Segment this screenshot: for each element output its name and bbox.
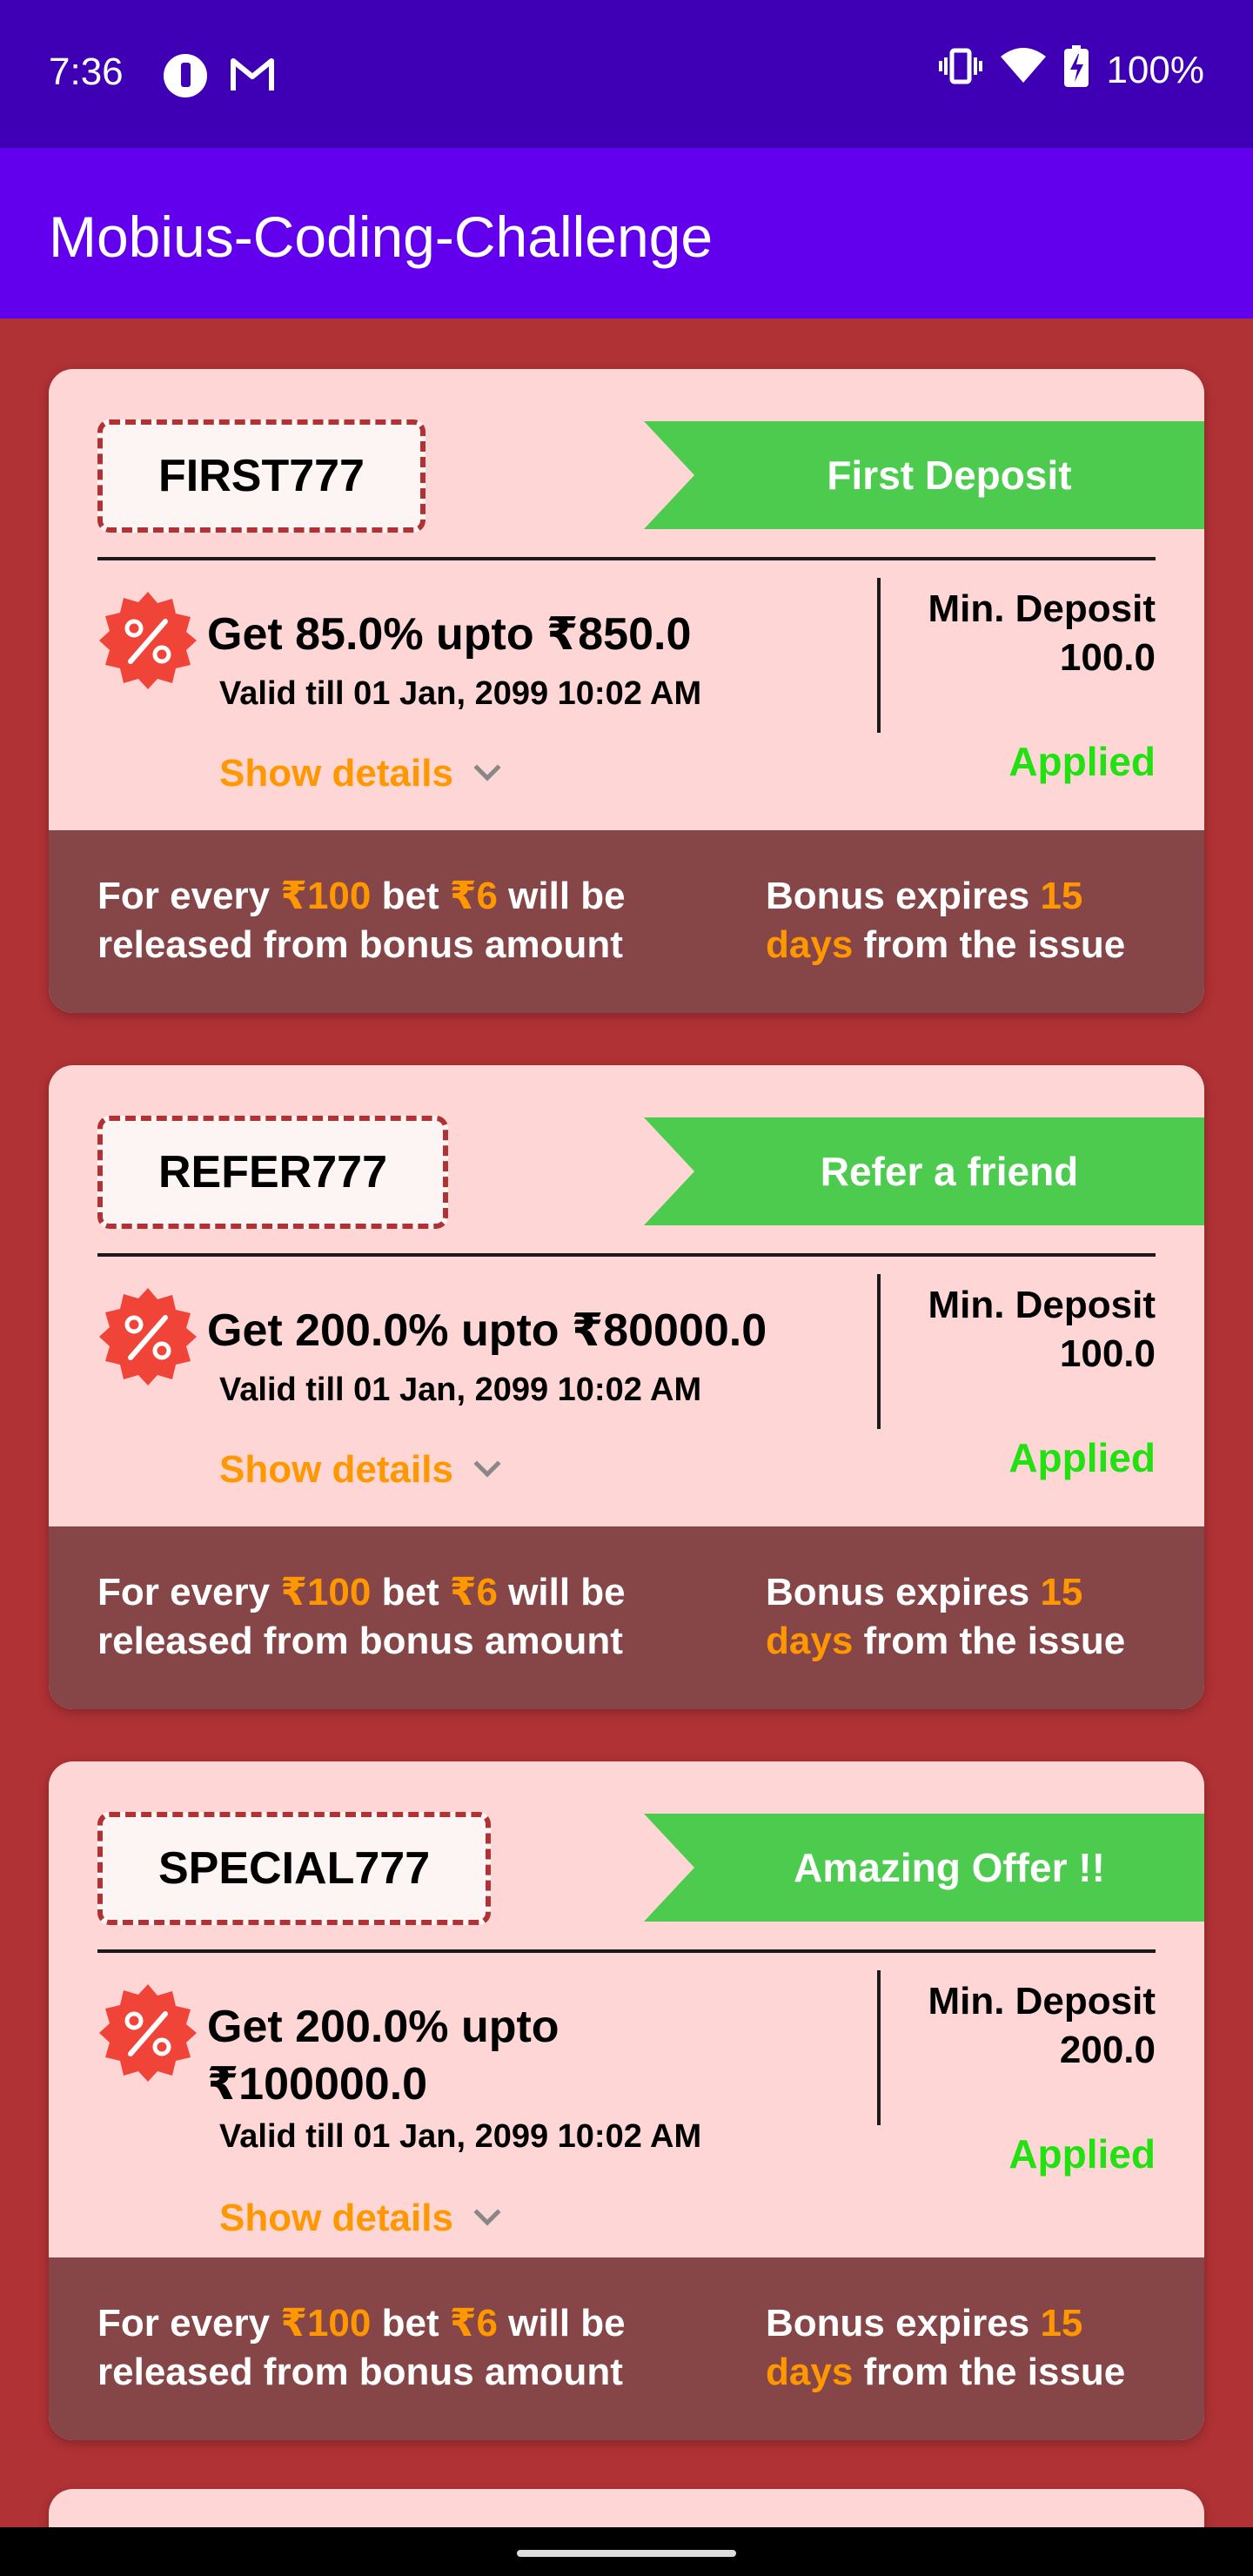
vibrate-icon: [939, 47, 983, 95]
divider: [97, 1253, 1156, 1257]
wagering-rule: For every ₹100 bet ₹6 will be released f…: [97, 2302, 626, 2393]
coupon-code[interactable]: SPECIAL777: [97, 1812, 492, 1925]
bonus-expiry: Bonus expires 15 days from the issue: [766, 2302, 1126, 2393]
coupon-code[interactable]: REFER777: [97, 1116, 448, 1229]
show-details-label: Show details: [219, 1448, 453, 1491]
divider: [97, 557, 1156, 560]
valid-till-text: Valid till 01 Jan, 2099 10:02 AM: [219, 2118, 702, 2155]
coupon-code[interactable]: FIRST777: [97, 419, 425, 533]
percent-badge-icon: [99, 592, 197, 689]
min-deposit-value: 100.0: [1059, 636, 1156, 679]
bonus-expiry: Bonus expires 15 days from the issue: [766, 1571, 1126, 1662]
applied-status[interactable]: Applied: [1008, 2130, 1156, 2177]
coupon-terms-footer: For every ₹100 bet ₹6 will be released f…: [49, 830, 1204, 1013]
min-deposit: Min. Deposit 100.0: [928, 585, 1156, 682]
offer-text: Get 200.0% upto ₹80000.0: [207, 1305, 767, 1356]
app-title: Mobius-Coding-Challenge: [49, 205, 714, 269]
min-deposit: Min. Deposit 100.0: [928, 1281, 1156, 1379]
coupon-card[interactable]: SPECIAL777 Amazing Offer !! Get 200.0% u…: [49, 1761, 1204, 2440]
divider: [97, 1949, 1156, 1953]
show-details-button[interactable]: Show details: [219, 1448, 501, 1492]
wagering-rule: For every ₹100 bet ₹6 will be released f…: [97, 1571, 626, 1662]
bonus-expiry: Bonus expires 15 days from the issue: [766, 875, 1126, 966]
navigation-bar: [0, 2527, 1253, 2576]
home-gesture-handle[interactable]: [517, 2550, 736, 2557]
chevron-down-icon: [473, 754, 501, 782]
show-details-label: Show details: [219, 2197, 453, 2239]
offer-text: Get 85.0% upto ₹850.0: [207, 609, 692, 660]
battery-charging-icon: [1064, 44, 1089, 97]
coupon-terms-footer: For every ₹100 bet ₹6 will be released f…: [49, 1526, 1204, 1709]
valid-till-text: Valid till 01 Jan, 2099 10:02 AM: [219, 1372, 702, 1408]
valid-till-text: Valid till 01 Jan, 2099 10:02 AM: [219, 675, 702, 712]
wagering-rule: For every ₹100 bet ₹6 will be released f…: [97, 875, 626, 966]
chevron-down-icon: [473, 1450, 501, 1478]
wifi-icon: [1000, 47, 1047, 94]
min-deposit: Min. Deposit 200.0: [928, 1977, 1156, 2075]
min-deposit-value: 200.0: [1059, 2029, 1156, 2071]
gmail-icon: [230, 56, 275, 98]
coupon-card[interactable]: FIRST777 First Deposit Get 85.0% upto ₹8…: [49, 369, 1204, 1013]
coupon-terms-footer: For every ₹100 bet ₹6 will be released f…: [49, 2257, 1204, 2440]
vertical-divider: [877, 1274, 881, 1429]
min-deposit-label: Min. Deposit: [928, 587, 1156, 630]
coupon-tag-ribbon: Amazing Offer !!: [644, 1814, 1204, 1922]
show-details-button[interactable]: Show details: [219, 752, 501, 795]
status-time: 7:36: [49, 50, 124, 93]
battery-percentage: 100%: [1106, 49, 1204, 91]
show-details-button[interactable]: Show details: [219, 2197, 501, 2240]
min-deposit-value: 100.0: [1059, 1332, 1156, 1375]
app-r-icon: [164, 54, 207, 97]
show-details-label: Show details: [219, 752, 453, 795]
vertical-divider: [877, 578, 881, 733]
offer-text: Get 200.0% upto ₹100000.0: [207, 2002, 559, 2110]
percent-badge-icon: [99, 1288, 197, 1385]
applied-status[interactable]: Applied: [1008, 738, 1156, 785]
coupon-card[interactable]: REFER777 Refer a friend Get 200.0% upto …: [49, 1065, 1204, 1709]
app-bar: Mobius-Coding-Challenge: [0, 148, 1253, 319]
coupon-tag-ribbon: First Deposit: [644, 421, 1204, 529]
min-deposit-label: Min. Deposit: [928, 1284, 1156, 1326]
applied-status[interactable]: Applied: [1008, 1434, 1156, 1481]
chevron-down-icon: [473, 2198, 501, 2226]
vertical-divider: [877, 1970, 881, 2125]
status-bar: 7:36 100%: [0, 0, 1253, 148]
percent-badge-icon: [99, 1984, 197, 2082]
coupon-tag-ribbon: Refer a friend: [644, 1117, 1204, 1225]
min-deposit-label: Min. Deposit: [928, 1980, 1156, 2023]
